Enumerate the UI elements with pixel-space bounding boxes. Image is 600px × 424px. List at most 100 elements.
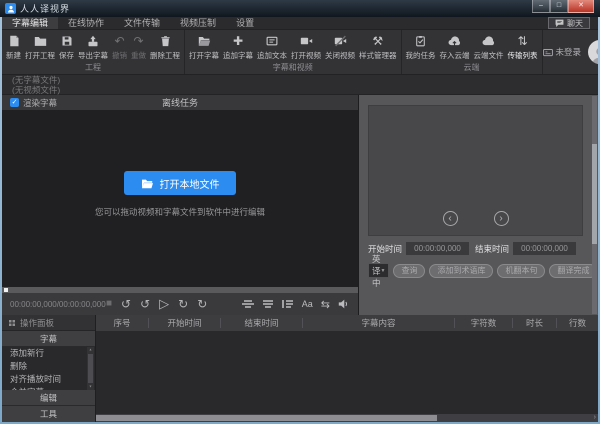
toolbar-group-subtitle-video: 打开字幕 ✚ 追加字幕 追加文本 打开视频 — [185, 30, 402, 74]
cloud-files-button[interactable]: 云端文件 — [472, 34, 506, 61]
undo-button[interactable]: ↶ 撤销 — [110, 34, 129, 61]
prev-button[interactable]: ‹ — [443, 211, 458, 226]
transfer-list-button[interactable]: ⇅ 传输列表 — [506, 34, 540, 61]
tools-icon: ⚒ — [372, 34, 383, 49]
delete-project-button[interactable]: 删除工程 — [148, 34, 182, 61]
image-preview-box: ‹ › — [368, 105, 583, 236]
list-icon[interactable] — [282, 299, 294, 309]
video-file-status: (无视频文件) — [12, 86, 598, 96]
clipboard-check-icon — [415, 34, 426, 49]
translation-done-button[interactable]: 翻译完成 — [549, 264, 597, 278]
id-badge-icon — [543, 48, 553, 57]
chat-button[interactable]: 聊天 — [548, 17, 590, 29]
swap-arrows-icon[interactable]: ⇆ — [321, 298, 330, 311]
seek-bar[interactable] — [2, 287, 358, 293]
playback-time: 00:00:00,000/00:00:00,000 — [10, 300, 102, 309]
drag-drop-hint: 您可以拖动视频和字幕文件到软件中进行编辑 — [95, 206, 265, 218]
op-align-play-time[interactable]: 对齐播放时间 — [2, 373, 95, 386]
scroll-down-icon[interactable]: ▼ — [89, 385, 92, 389]
section-edit[interactable]: 编辑 — [2, 390, 95, 406]
file-info-bar: (无字幕文件) (无视频文件) — [2, 75, 598, 95]
maximize-button[interactable]: □ — [550, 0, 568, 13]
menu-settings[interactable]: 设置 — [226, 17, 264, 29]
add-to-termbase-button[interactable]: 添加到术语库 — [429, 264, 493, 278]
playback-controls: 00:00:00,000/00:00:00,000 ■ ↺ ↺ ▷ ↻ ↻ Aa — [2, 293, 358, 315]
render-bar: ✓ 渲染字幕 离线任务 — [2, 95, 358, 110]
chevron-down-icon: ▼ — [381, 268, 386, 274]
person-icon — [590, 44, 598, 64]
menu-video-encode[interactable]: 视频压制 — [170, 17, 226, 29]
scroll-right-icon[interactable]: › — [594, 414, 596, 422]
stop-icon[interactable]: ■ — [106, 298, 112, 310]
operation-list-scrollbar[interactable]: ▲ ▼ — [87, 347, 94, 390]
forward-1s-icon[interactable]: ↻ — [178, 298, 188, 310]
vertical-scrollbar[interactable] — [592, 96, 597, 314]
open-subtitle-button[interactable]: 打开字幕 — [187, 34, 221, 61]
cloud-upload-icon — [448, 34, 461, 49]
text-box-icon — [266, 34, 278, 49]
menu-file-transfer[interactable]: 文件传输 — [114, 17, 170, 29]
new-project-button[interactable]: 新建 — [4, 34, 23, 61]
folder-open-icon — [198, 34, 211, 49]
titlebar: 人人译视界 – □ ✕ — [0, 0, 600, 17]
save-button[interactable]: 保存 — [57, 34, 76, 61]
append-text-button[interactable]: 追加文本 — [255, 34, 289, 61]
align-justify-icon[interactable] — [262, 299, 274, 309]
subtitle-table-body — [96, 331, 598, 414]
forward-5s-icon[interactable]: ↻ — [197, 298, 207, 310]
open-local-file-button[interactable]: 打开本地文件 — [124, 171, 236, 195]
minimize-button[interactable]: – — [532, 0, 550, 13]
subtitle-table: 序号 开始时间 结束时间 字幕内容 字符数 时长 行数 › — [95, 315, 598, 422]
query-button[interactable]: 查询 — [393, 264, 425, 278]
toolbar-group-label-cloud: 云端 — [402, 63, 542, 74]
vertical-scrollbar-thumb[interactable] — [592, 144, 597, 244]
open-project-button[interactable]: 打开工程 — [23, 34, 57, 61]
plus-icon: ✚ — [233, 34, 243, 49]
close-button[interactable]: ✕ — [568, 0, 594, 13]
section-subtitle[interactable]: 字幕 — [2, 331, 95, 347]
login-status[interactable]: 未登录 — [543, 46, 582, 58]
end-time-field[interactable]: 00:00:00,000 — [513, 242, 576, 255]
rewind-5s-icon[interactable]: ↺ — [121, 298, 131, 310]
video-camera-icon — [300, 34, 313, 49]
chat-bubble-icon — [555, 19, 564, 27]
trash-icon — [160, 34, 171, 49]
volume-icon[interactable] — [338, 299, 349, 309]
toolbar-group-project: 新建 打开工程 保存 导出字幕 ↶ — [2, 30, 185, 74]
next-button[interactable]: › — [494, 211, 509, 226]
horizontal-scrollbar-thumb[interactable] — [96, 415, 437, 421]
avatar[interactable] — [588, 40, 598, 64]
append-subtitle-button[interactable]: ✚ 追加字幕 — [221, 34, 255, 61]
close-video-button[interactable]: 关闭视频 — [323, 34, 357, 61]
offline-tasks-title: 离线任务 — [2, 96, 358, 109]
end-time-label: 结束时间 — [475, 243, 509, 255]
floppy-disk-icon — [61, 34, 73, 49]
export-icon — [87, 34, 99, 49]
rewind-1s-icon[interactable]: ↺ — [140, 298, 150, 310]
machine-translate-button[interactable]: 机翻本句 — [497, 264, 545, 278]
scroll-up-icon[interactable]: ▲ — [89, 348, 92, 352]
seek-handle[interactable] — [4, 288, 8, 292]
col-index: 序号 — [96, 318, 148, 328]
op-delete[interactable]: 删除 — [2, 360, 95, 373]
redo-button[interactable]: ↷ 重做 — [129, 34, 148, 61]
menu-subtitle-edit[interactable]: 字幕编辑 — [2, 17, 58, 29]
style-manager-button[interactable]: ⚒ 样式管理器 — [357, 34, 399, 61]
operation-scrollbar-thumb[interactable] — [88, 354, 93, 383]
op-merge-subtitle[interactable]: 合并字幕 — [2, 386, 95, 390]
op-add-new-line[interactable]: 添加新行 — [2, 347, 95, 360]
horizontal-scrollbar[interactable]: › — [96, 414, 598, 422]
font-size-icon[interactable]: Aa — [302, 299, 313, 309]
subtitle-file-status: (无字幕文件) — [12, 76, 598, 86]
open-video-button[interactable]: 打开视频 — [289, 34, 323, 61]
my-tasks-button[interactable]: 我的任务 — [404, 34, 438, 61]
toolbar: 新建 打开工程 保存 导出字幕 ↶ — [2, 30, 598, 75]
align-center-icon[interactable] — [242, 299, 254, 309]
export-subtitle-button[interactable]: 导出字幕 — [76, 34, 110, 61]
menu-online-collab[interactable]: 在线协作 — [58, 17, 114, 29]
language-select[interactable]: 英译中 ▼ — [368, 263, 389, 278]
section-tools[interactable]: 工具 — [2, 406, 95, 422]
start-time-field[interactable]: 00:00:00,000 — [406, 242, 469, 255]
save-to-cloud-button[interactable]: 存入云端 — [438, 34, 472, 61]
play-icon[interactable]: ▷ — [159, 298, 169, 310]
